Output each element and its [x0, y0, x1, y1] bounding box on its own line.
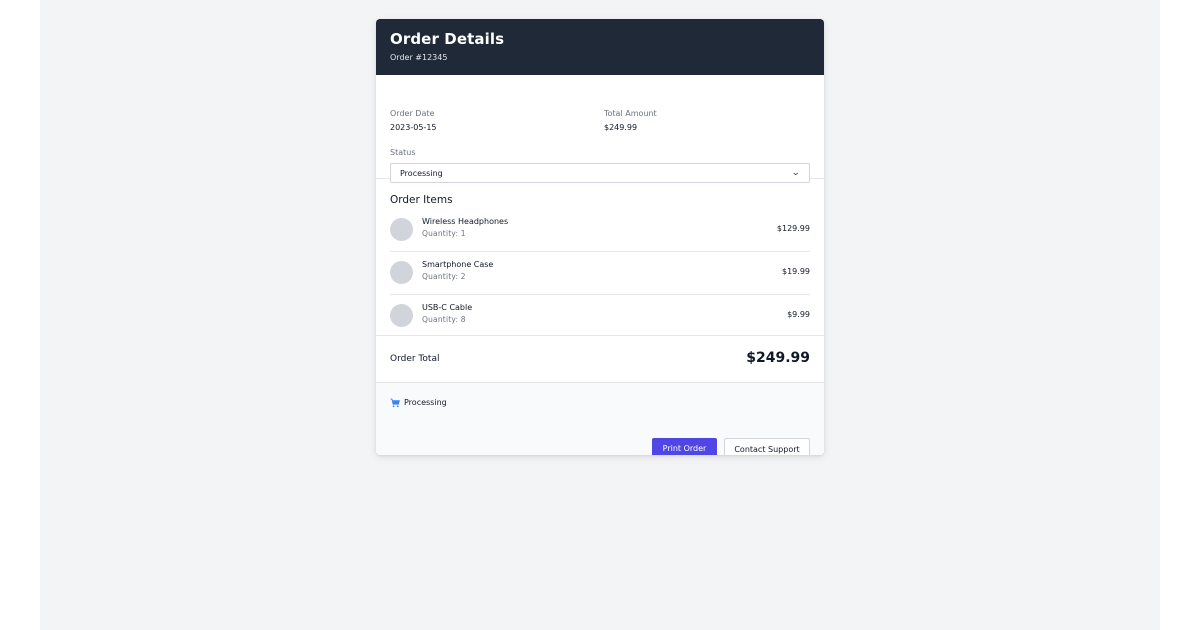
list-item: USB-C Cable Quantity: 8 $9.99 [390, 295, 810, 338]
product-thumbnail [390, 304, 413, 327]
item-price: $129.99 [776, 224, 810, 233]
chevron-down-icon: ⌄ [791, 167, 801, 178]
order-items-section: Order Items Wireless Headphones Quantity… [376, 179, 824, 336]
item-quantity: Quantity: 2 [422, 272, 466, 281]
order-number: Order #12345 [390, 53, 448, 62]
list-item: Wireless Headphones Quantity: 1 $129.99 [390, 209, 810, 252]
item-price: $19.99 [782, 267, 810, 276]
order-date-value: 2023-05-15 [390, 123, 437, 132]
item-name: Wireless Headphones [422, 217, 509, 226]
contact-support-button[interactable]: Contact Support [724, 438, 810, 455]
print-order-button[interactable]: Print Order [652, 438, 717, 455]
product-thumbnail [390, 261, 413, 284]
item-quantity: Quantity: 8 [422, 315, 466, 324]
page-background: Order Details Order #12345 Order Date 20… [40, 0, 1160, 630]
status-select-value: Processing [400, 168, 443, 178]
product-thumbnail [390, 218, 413, 241]
total-amount-label: Total Amount [604, 109, 657, 118]
item-price: $9.99 [787, 310, 810, 319]
status-text: Processing [404, 398, 447, 407]
order-details-card: Order Details Order #12345 Order Date 20… [376, 19, 824, 455]
total-amount-value: $249.99 [604, 123, 638, 132]
card-header: Order Details Order #12345 [376, 19, 824, 75]
item-name: USB-C Cable [422, 303, 473, 312]
order-total-label: Order Total [390, 354, 440, 364]
order-total-value: $249.99 [746, 350, 810, 366]
status-label: Status [390, 148, 416, 157]
order-info-section: Order Date 2023-05-15 Total Amount $249.… [376, 75, 824, 183]
page-title: Order Details [390, 30, 505, 48]
cart-icon [390, 398, 400, 408]
status-indicator: Processing [390, 398, 447, 408]
card-footer: Processing Print Order Contact Support [376, 383, 824, 455]
list-item: Smartphone Case Quantity: 2 $19.99 [390, 252, 810, 295]
item-name: Smartphone Case [422, 260, 494, 269]
order-items-title: Order Items [390, 194, 453, 206]
order-date-label: Order Date [390, 109, 435, 118]
order-total-section: Order Total $249.99 [376, 336, 824, 383]
item-quantity: Quantity: 1 [422, 229, 466, 238]
